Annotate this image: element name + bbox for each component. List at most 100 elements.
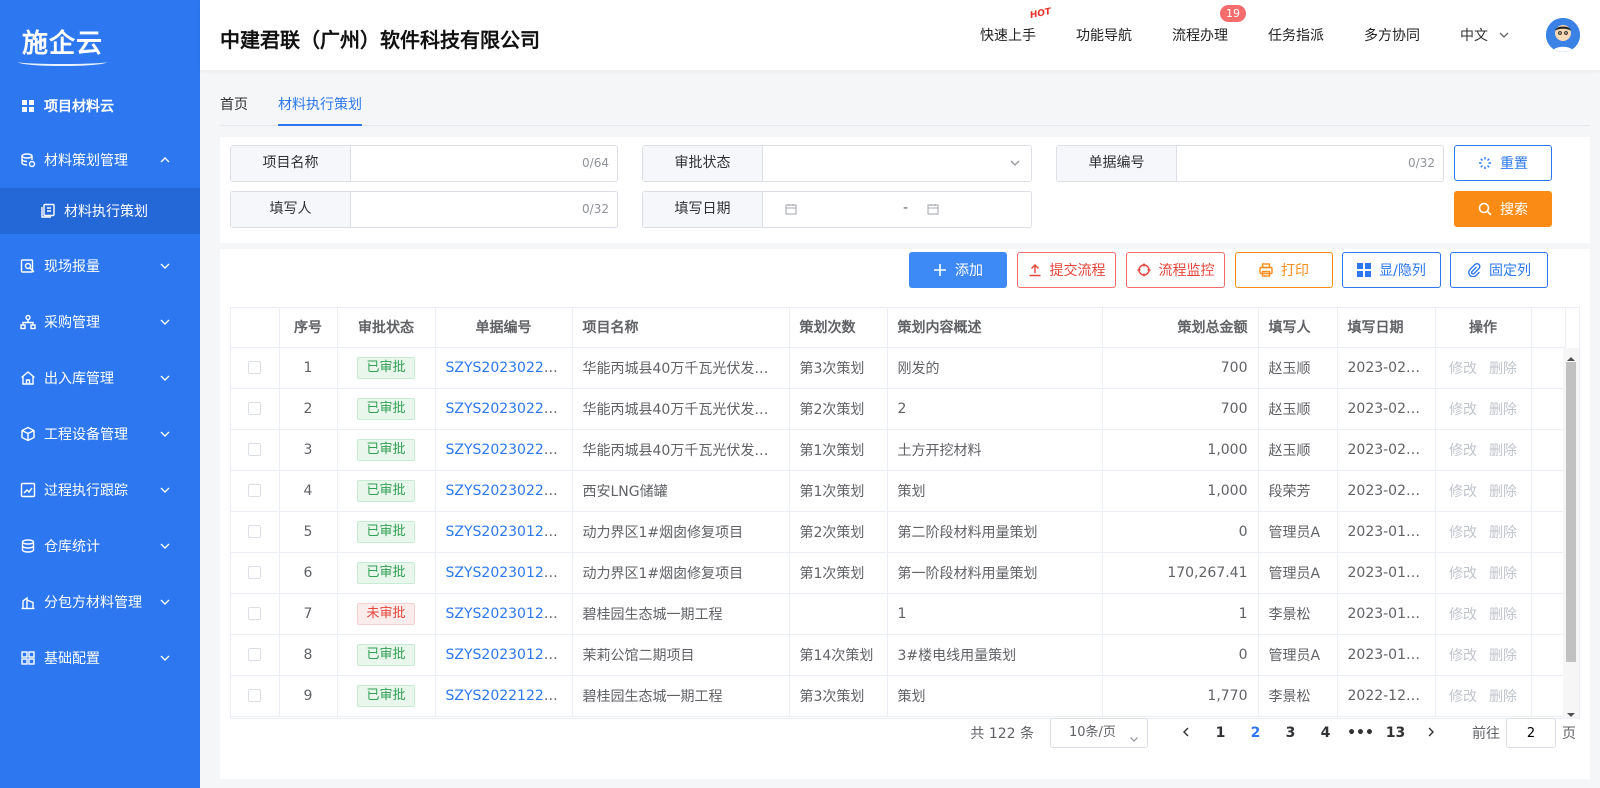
doc-no-link[interactable]: SZYS2023012101 bbox=[446, 565, 571, 581]
page-2[interactable]: 2 bbox=[1238, 725, 1273, 741]
fix-column-button[interactable]: 固定列 bbox=[1450, 252, 1548, 288]
edit-link[interactable]: 修改 bbox=[1449, 689, 1477, 705]
row-checkbox[interactable] bbox=[248, 361, 262, 374]
edit-link[interactable]: 修改 bbox=[1449, 566, 1477, 582]
delete-link[interactable]: 删除 bbox=[1489, 525, 1517, 541]
table-row[interactable]: 3 已审批 SZYS2023022129 华能丙城县40万千瓦光伏发电... 第1次策划… bbox=[231, 429, 1566, 471]
cube-icon bbox=[20, 426, 36, 442]
print-button[interactable]: 打印 bbox=[1235, 252, 1333, 288]
cell-writer: 赵玉顺 bbox=[1258, 388, 1338, 430]
table-scrollbar[interactable] bbox=[1563, 348, 1579, 718]
delete-link[interactable]: 删除 bbox=[1489, 566, 1517, 582]
page-size-select[interactable]: 10条/页 bbox=[1050, 718, 1148, 748]
scroll-up-icon[interactable] bbox=[1567, 351, 1575, 361]
row-checkbox[interactable] bbox=[248, 566, 262, 579]
flow-monitor-button[interactable]: 流程监控 bbox=[1126, 252, 1225, 288]
menu-collaboration[interactable]: 多方协同 bbox=[1364, 25, 1420, 45]
row-checkbox[interactable] bbox=[248, 402, 262, 415]
delete-link[interactable]: 删除 bbox=[1489, 402, 1517, 418]
page-4[interactable]: 4 bbox=[1308, 725, 1343, 741]
row-checkbox[interactable] bbox=[248, 443, 262, 456]
language-select[interactable]: 中文 bbox=[1460, 25, 1510, 45]
edit-link[interactable]: 修改 bbox=[1449, 361, 1477, 377]
table-row[interactable]: 5 已审批 SZYS2023012102 动力界区1#烟囱修复项目 第2次策划 第二阶段材… bbox=[231, 511, 1566, 553]
scroll-thumb[interactable] bbox=[1566, 362, 1576, 662]
next-page-button[interactable] bbox=[1413, 725, 1448, 741]
doc-no-link[interactable]: SZYS2023012100 bbox=[446, 606, 571, 622]
delete-link[interactable]: 删除 bbox=[1489, 689, 1517, 705]
page-1[interactable]: 1 bbox=[1203, 725, 1238, 741]
menu-function-nav[interactable]: 功能导航 bbox=[1076, 25, 1132, 45]
sidebar-item-warehouse-io[interactable]: 出入库管理 bbox=[0, 350, 200, 406]
sidebar-item-equipment[interactable]: 工程设备管理 bbox=[0, 406, 200, 462]
writer-input[interactable] bbox=[351, 192, 617, 227]
edit-link[interactable]: 修改 bbox=[1449, 484, 1477, 500]
logo[interactable]: 施企云 bbox=[0, 0, 200, 82]
row-checkbox[interactable] bbox=[248, 525, 262, 538]
page-ellipsis[interactable]: ••• bbox=[1343, 725, 1378, 741]
tab-home[interactable]: 首页 bbox=[220, 86, 248, 126]
doc-no-link[interactable]: SZYS2022122009 bbox=[446, 688, 571, 704]
table-row[interactable]: 2 已审批 SZYS2023022130 华能丙城县40万千瓦光伏发电... 第2次策划… bbox=[231, 388, 1566, 430]
cell-ops: 修改 删除 bbox=[1435, 634, 1532, 676]
sidebar-item-site-report[interactable]: 现场报量 bbox=[0, 238, 200, 294]
delete-link[interactable]: 删除 bbox=[1489, 607, 1517, 623]
search-button[interactable]: 搜索 bbox=[1454, 191, 1552, 227]
row-checkbox[interactable] bbox=[248, 607, 262, 620]
reset-button[interactable]: 重置 bbox=[1454, 145, 1552, 181]
tab-material-execution[interactable]: 材料执行策划 bbox=[278, 86, 362, 126]
cell-doc-no: SZYS2023012100 bbox=[435, 593, 573, 635]
page-3[interactable]: 3 bbox=[1273, 725, 1308, 741]
edit-link[interactable]: 修改 bbox=[1449, 443, 1477, 459]
table-row[interactable]: 8 已审批 SZYS2023012098 茉莉公馆二期项目 第14次策划 3#楼电线用量策… bbox=[231, 634, 1566, 676]
sidebar-item-process-tracking[interactable]: 过程执行跟踪 bbox=[0, 462, 200, 518]
doc-no-link[interactable]: SZYS2023012098 bbox=[446, 647, 571, 663]
delete-link[interactable]: 删除 bbox=[1489, 648, 1517, 664]
goto-page-input[interactable] bbox=[1506, 718, 1556, 748]
doc-no-input[interactable] bbox=[1177, 146, 1443, 181]
doc-no-link[interactable]: SZYS2023022129 bbox=[446, 442, 571, 458]
cell-amount: 1 bbox=[1102, 593, 1259, 635]
row-checkbox[interactable] bbox=[248, 648, 262, 661]
table-row[interactable]: 7 未审批 SZYS2023012100 碧桂园生态城一期工程 1 1 李景松 2023-01… bbox=[231, 593, 1566, 635]
cell-summary: 策划 bbox=[887, 470, 1103, 512]
row-checkbox[interactable] bbox=[248, 689, 262, 702]
show-hide-columns-button[interactable]: 显/隐列 bbox=[1342, 252, 1441, 288]
add-button[interactable]: 添加 bbox=[909, 252, 1007, 288]
table-row[interactable]: 6 已审批 SZYS2023012101 动力界区1#烟囱修复项目 第1次策划 第一阶段材… bbox=[231, 552, 1566, 594]
delete-link[interactable]: 删除 bbox=[1489, 361, 1517, 377]
submit-flow-button[interactable]: 提交流程 bbox=[1017, 252, 1116, 288]
chevron-down-icon bbox=[158, 315, 172, 329]
sidebar-item-warehouse-stats[interactable]: 仓库统计 bbox=[0, 518, 200, 574]
delete-link[interactable]: 删除 bbox=[1489, 484, 1517, 500]
doc-no-link[interactable]: SZYS2023022131 bbox=[446, 360, 571, 376]
sidebar-item-material-planning[interactable]: 材料策划管理 bbox=[0, 132, 200, 188]
project-name-input[interactable] bbox=[351, 146, 617, 181]
menu-process[interactable]: 流程办理 19 bbox=[1172, 5, 1246, 45]
table-row[interactable]: 4 已审批 SZYS2023022110 西安LNG储罐 第1次策划 策划 1,000 段荣芳… bbox=[231, 470, 1566, 512]
approval-status-select[interactable] bbox=[763, 146, 1031, 181]
sidebar-item-subcontractor[interactable]: 分包方材料管理 bbox=[0, 574, 200, 630]
page-13[interactable]: 13 bbox=[1378, 725, 1413, 741]
edit-link[interactable]: 修改 bbox=[1449, 607, 1477, 623]
doc-no-link[interactable]: SZYS2023022130 bbox=[446, 401, 571, 417]
sidebar-subitem-material-execution[interactable]: 材料执行策划 bbox=[0, 188, 200, 234]
sidebar-item-basic-config[interactable]: 基础配置 bbox=[0, 630, 200, 686]
doc-no-link[interactable]: SZYS2023022110 bbox=[446, 483, 571, 499]
edit-link[interactable]: 修改 bbox=[1449, 525, 1477, 541]
doc-no-link[interactable]: SZYS2023012102 bbox=[446, 524, 571, 540]
edit-link[interactable]: 修改 bbox=[1449, 402, 1477, 418]
sidebar-item-project-material-cloud[interactable]: 项目材料云 bbox=[0, 84, 200, 128]
table-row[interactable]: 1 已审批 SZYS2023022131 华能丙城县40万千瓦光伏发电... 第3次策划… bbox=[231, 347, 1566, 389]
crosshair-icon bbox=[1137, 263, 1151, 277]
sidebar-item-procurement[interactable]: 采购管理 bbox=[0, 294, 200, 350]
avatar[interactable] bbox=[1546, 18, 1580, 52]
edit-link[interactable]: 修改 bbox=[1449, 648, 1477, 664]
cell-writer: 管理员A bbox=[1258, 552, 1338, 594]
row-checkbox[interactable] bbox=[248, 484, 262, 497]
delete-link[interactable]: 删除 bbox=[1489, 443, 1517, 459]
menu-quick-start[interactable]: 快速上手 HOT bbox=[980, 7, 1052, 45]
date-range-picker[interactable]: - bbox=[763, 192, 1031, 227]
menu-task-assign[interactable]: 任务指派 bbox=[1268, 25, 1324, 45]
prev-page-button[interactable] bbox=[1168, 725, 1203, 741]
